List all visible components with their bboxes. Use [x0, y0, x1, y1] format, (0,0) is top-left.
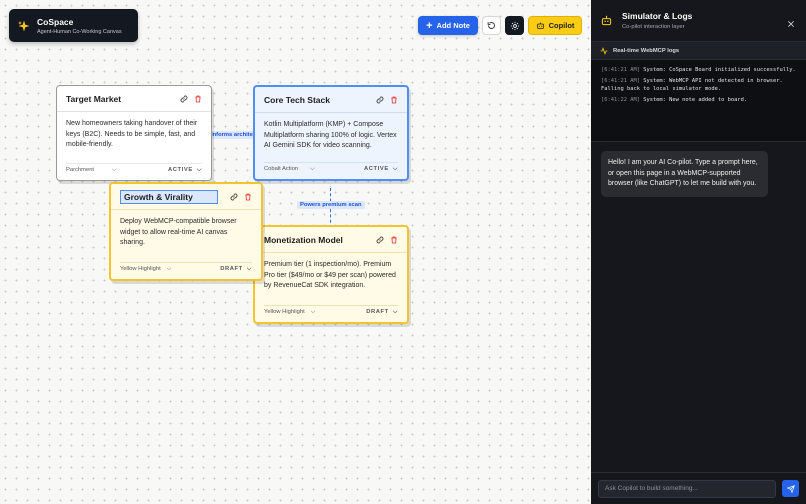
theme-select[interactable]: Parchment ⌵ — [66, 167, 168, 174]
panel-title: Simulator & Logs — [622, 11, 693, 21]
status-select[interactable]: ACTIVE ⌵ — [364, 166, 398, 173]
simulator-panel: Simulator & Logs Co-pilot interaction la… — [591, 0, 806, 504]
copilot-label: Copilot — [548, 21, 575, 30]
robot-icon — [601, 15, 612, 26]
trash-icon[interactable] — [390, 236, 398, 244]
link-icon[interactable] — [180, 95, 188, 103]
brand-badge: CoSpace Agent-Human Co-Working Canvas — [9, 9, 138, 42]
brand-subtitle: Agent-Human Co-Working Canvas — [37, 28, 122, 35]
status-select[interactable]: DRAFT ⌵ — [220, 266, 252, 273]
note-core-tech-stack[interactable]: Core Tech Stack Kotlin Multiplatform (KM… — [253, 85, 409, 181]
status-select[interactable]: DRAFT ⌵ — [366, 309, 398, 316]
link-icon[interactable] — [230, 193, 238, 201]
copilot-button[interactable]: Copilot — [528, 16, 582, 35]
robot-icon — [536, 22, 544, 29]
plus-icon: + — [426, 19, 433, 32]
link-icon[interactable] — [376, 236, 384, 244]
canvas[interactable]: CoSpace Agent-Human Co-Working Canvas + … — [0, 0, 591, 504]
note-body[interactable]: New homeowners taking handover of their … — [57, 112, 211, 158]
undo-button[interactable] — [482, 16, 501, 35]
note-title: Monetization Model — [264, 234, 343, 245]
chevron-down-icon: ⌵ — [196, 166, 202, 173]
log-entry: [6:41:21 AM] System: WebMCP API not dete… — [601, 78, 783, 92]
note-body[interactable]: Deploy WebMCP-compatible browser widget … — [111, 210, 261, 256]
note-title: Core Tech Stack — [264, 94, 330, 105]
chevron-down-icon: ⌵ — [392, 308, 398, 315]
chevron-down-icon: ⌵ — [310, 308, 316, 315]
panel-subtitle: Co-pilot interaction layer — [622, 24, 685, 30]
activity-icon — [600, 46, 608, 55]
settings-button[interactable] — [505, 16, 524, 35]
note-body[interactable]: Premium tier (1 inspection/mo). Premium … — [255, 253, 407, 299]
chevron-down-icon: ⌵ — [310, 165, 315, 172]
note-monetization-model[interactable]: Monetization Model Premium tier (1 inspe… — [253, 225, 409, 324]
add-note-label: Add Note — [436, 21, 470, 30]
note-target-market[interactable]: Target Market New homeowners taking hand… — [56, 85, 212, 181]
chat-message: Hello! I am your AI Co-pilot. Type a pro… — [601, 151, 768, 197]
theme-select[interactable]: Cobalt Action ⌵ — [264, 166, 364, 173]
undo-icon — [487, 22, 495, 29]
send-button[interactable] — [782, 480, 799, 497]
note-body[interactable]: Kotlin Multiplatform (KMP) + Compose Mul… — [255, 113, 407, 159]
close-icon[interactable] — [787, 15, 795, 33]
brand-title: CoSpace — [37, 16, 74, 27]
trash-icon[interactable] — [244, 193, 252, 201]
note-title: Target Market — [66, 93, 122, 104]
note-growth-virality[interactable]: Growth & Virality Deploy WebMCP-compatib… — [109, 182, 263, 281]
chat-input[interactable] — [598, 479, 776, 498]
chevron-down-icon: ⌵ — [246, 265, 252, 272]
chat-input-row — [591, 472, 806, 504]
theme-select[interactable]: Yellow Highlight ⌵ — [120, 266, 220, 273]
add-note-button[interactable]: + Add Note — [418, 16, 478, 35]
note-title-editing[interactable]: Growth & Virality — [120, 189, 218, 204]
link-icon[interactable] — [376, 96, 384, 104]
gear-icon — [510, 21, 519, 30]
log-entry: [6:41:21 AM] System: CoSpace Board initi… — [601, 67, 796, 73]
chevron-down-icon: ⌵ — [166, 265, 172, 272]
status-select[interactable]: ACTIVE ⌵ — [168, 167, 202, 174]
edge-label-powers: Powers premium scan — [297, 201, 365, 209]
log-list: [6:41:21 AM] System: CoSpace Board initi… — [591, 60, 806, 142]
chevron-down-icon: ⌵ — [112, 166, 117, 173]
sparkle-icon — [18, 20, 30, 31]
trash-icon[interactable] — [194, 95, 202, 103]
send-icon — [786, 484, 795, 493]
theme-select[interactable]: Yellow Highlight ⌵ — [264, 309, 366, 316]
trash-icon[interactable] — [390, 96, 398, 104]
logs-header: Real-time WebMCP logs — [591, 42, 806, 60]
log-entry: [6:41:22 AM] System: New note added to b… — [601, 97, 748, 103]
chevron-down-icon: ⌵ — [392, 165, 398, 172]
